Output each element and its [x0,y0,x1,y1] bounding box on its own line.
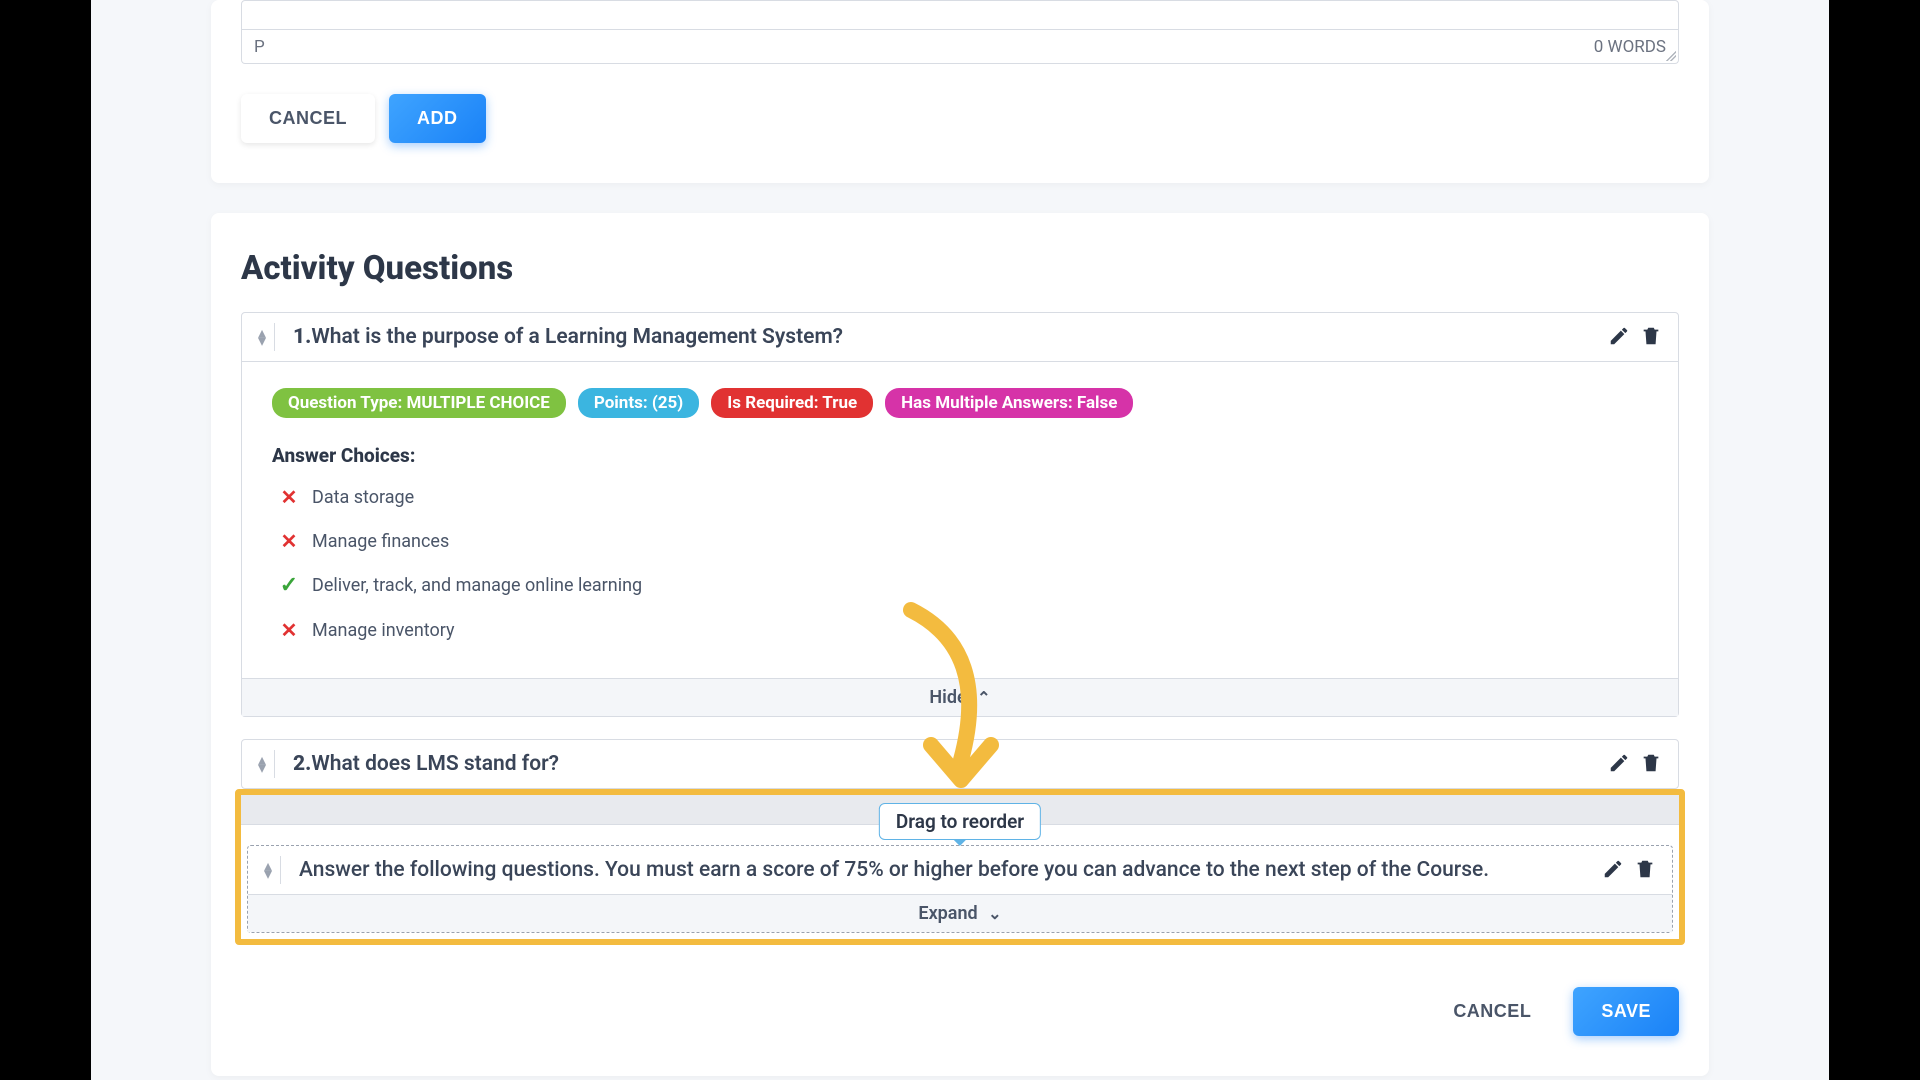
drag-handle-icon[interactable]: ▴▾ [256,323,275,351]
incorrect-icon: ✕ [280,618,298,642]
chevron-down-icon: ⌄ [988,904,1001,923]
editor-path: P [254,37,265,57]
section-title: Activity Questions [241,249,1679,288]
choice-text: Data storage [312,487,414,508]
question-header: ▴▾ 1.What is the purpose of a Learning M… [242,313,1678,361]
choice-text: Manage inventory [312,620,455,641]
editor-card: P 0 WORDS CANCEL ADD [211,0,1709,183]
badge-multi-answers: Has Multiple Answers: False [885,388,1133,418]
reorder-tooltip: Drag to reorder [879,803,1041,840]
edit-icon[interactable] [1608,752,1632,776]
question-title: What does LMS stand for? [311,752,559,776]
hide-toggle[interactable]: Hide ⌃ [242,678,1678,716]
delete-icon[interactable] [1640,752,1664,776]
dragged-question-block[interactable]: ▴▾ Answer the following questions. You m… [247,845,1673,933]
badge-points: Points: (25) [578,388,699,418]
editor-statusbar: P 0 WORDS [241,30,1679,64]
question-text: 2.What does LMS stand for? [293,752,1600,776]
question-header: ▴▾ 2.What does LMS stand for? [242,740,1678,788]
drag-handle-icon[interactable]: ▴▾ [262,856,281,884]
question-number: 2. [293,752,311,776]
badges-row: Question Type: MULTIPLE CHOICE Points: (… [272,388,1648,418]
answer-choice: ✕ Manage inventory [272,618,1648,642]
answer-choice: ✕ Manage finances [272,529,1648,553]
answer-choices-label: Answer Choices: [272,444,1648,467]
hide-label: Hide [929,687,966,708]
badge-question-type: Question Type: MULTIPLE CHOICE [272,388,566,418]
edit-icon[interactable] [1608,325,1632,349]
answer-choice: ✓ Deliver, track, and manage online lear… [272,573,1648,598]
incorrect-icon: ✕ [280,485,298,509]
save-button[interactable]: SAVE [1573,987,1679,1036]
question-number: 1. [293,325,311,349]
drag-handle-icon[interactable]: ▴▾ [256,750,275,778]
expand-toggle[interactable]: Expand ⌄ [248,894,1672,932]
delete-icon[interactable] [1640,325,1664,349]
question-text: Answer the following questions. You must… [299,858,1594,882]
editor-textarea[interactable] [241,0,1679,30]
add-button[interactable]: ADD [389,94,486,143]
delete-icon[interactable] [1634,858,1658,882]
question-block-2: ▴▾ 2.What does LMS stand for? [241,739,1679,789]
edit-icon[interactable] [1602,858,1626,882]
correct-icon: ✓ [280,573,298,598]
question-text: 1.What is the purpose of a Learning Mana… [293,325,1600,349]
incorrect-icon: ✕ [280,529,298,553]
expand-label: Expand [918,903,977,924]
cancel-button[interactable]: CANCEL [241,94,375,143]
chevron-up-icon: ⌃ [977,688,990,707]
choice-text: Deliver, track, and manage online learni… [312,575,642,596]
editor-wordcount: 0 WORDS [1594,37,1666,57]
question-title: What is the purpose of a Learning Manage… [311,325,843,349]
footer-buttons: CANCEL SAVE [241,967,1679,1076]
question-block-1: ▴▾ 1.What is the purpose of a Learning M… [241,312,1679,717]
badge-required: Is Required: True [711,388,873,418]
resize-handle-icon[interactable] [1666,51,1676,61]
answer-choice: ✕ Data storage [272,485,1648,509]
reorder-drop-zone[interactable]: Drag to reorder [241,795,1679,825]
activity-questions-card: Activity Questions ▴▾ 1.What is the purp… [211,213,1709,1076]
question-detail: Question Type: MULTIPLE CHOICE Points: (… [242,361,1678,678]
question-header: ▴▾ Answer the following questions. You m… [248,846,1672,894]
choice-text: Manage finances [312,531,449,552]
highlighted-drop-region: Drag to reorder ▴▾ Answer the following … [235,789,1685,945]
cancel-button[interactable]: CANCEL [1425,987,1559,1036]
